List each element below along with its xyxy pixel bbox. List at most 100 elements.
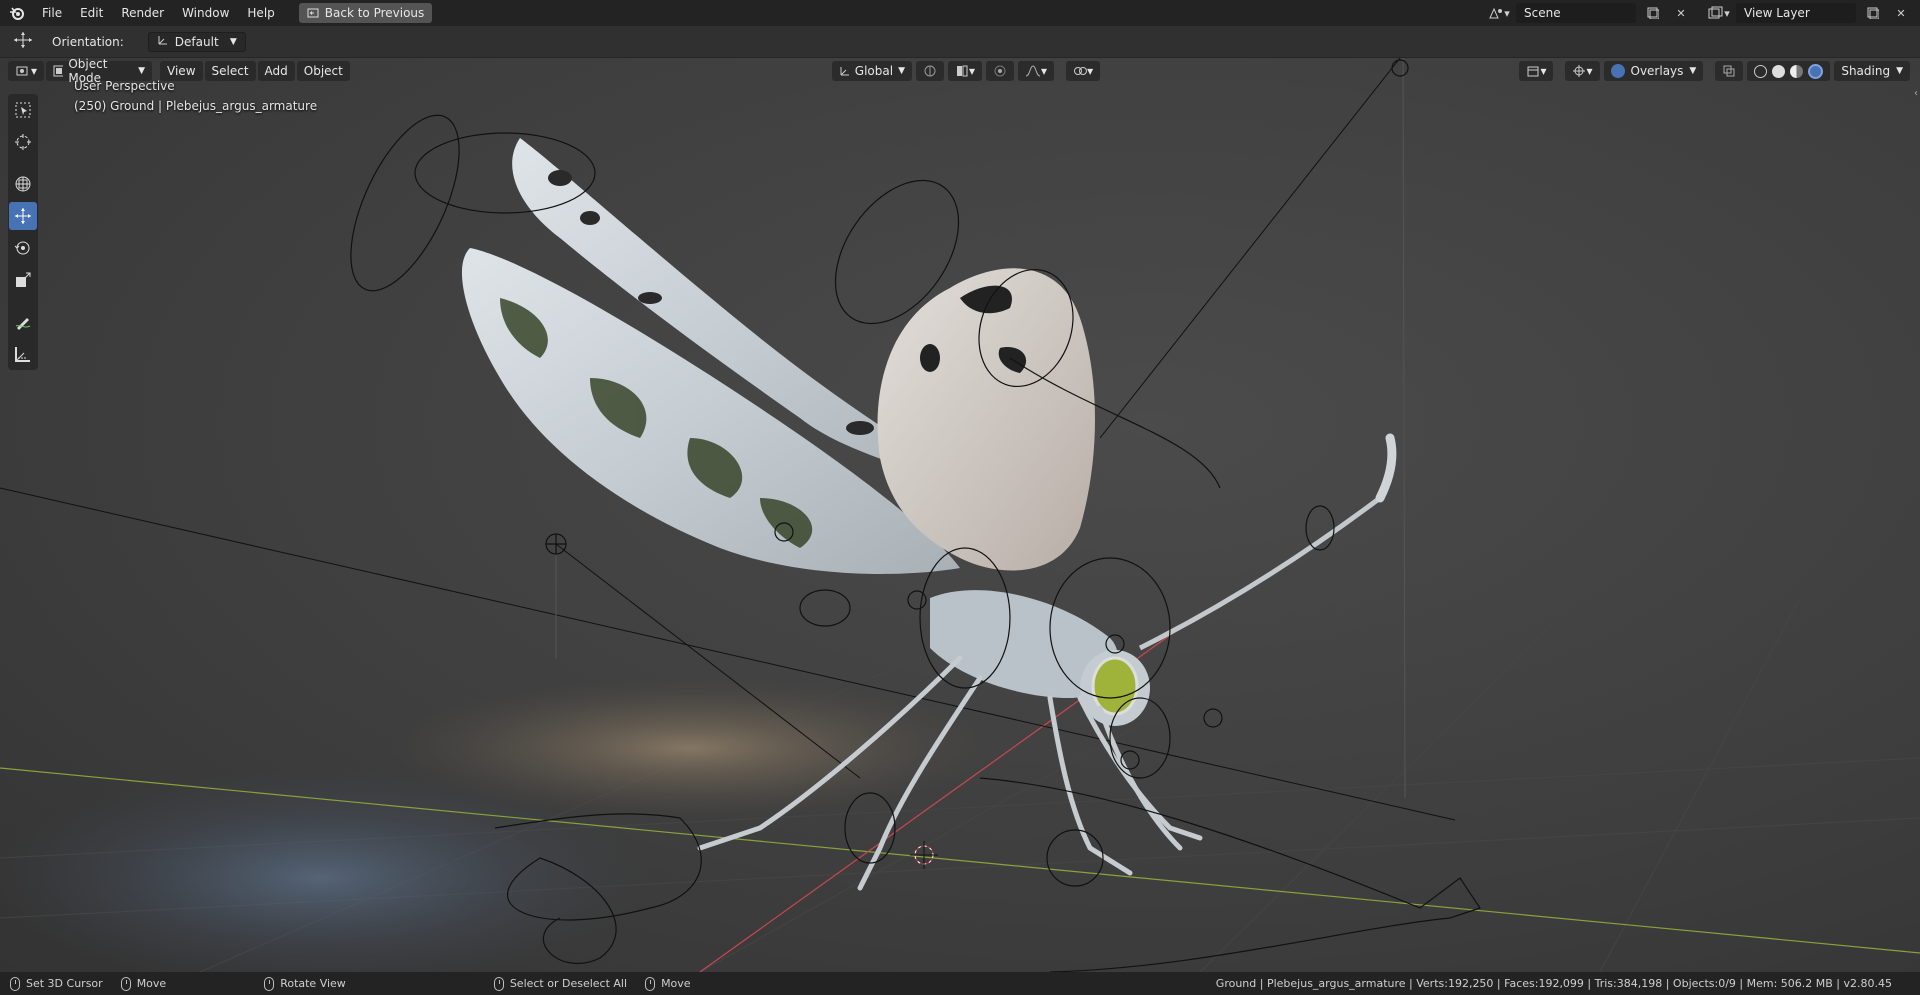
select-box-tool[interactable]: [9, 96, 37, 124]
right-mouse-icon: [645, 976, 656, 991]
axes-icon: [840, 67, 849, 76]
rotate-icon: [14, 241, 30, 255]
snap-icon: [957, 65, 968, 77]
measure-tool[interactable]: [9, 340, 37, 368]
scale-tool[interactable]: [9, 266, 37, 294]
editor-type-button[interactable]: ▾: [8, 61, 45, 81]
gizmo-icon: [1573, 65, 1586, 77]
viewport-info-overlay: User Perspective (250) Ground | Plebejus…: [74, 76, 317, 116]
status-item-label: Rotate View: [280, 977, 346, 990]
menu-edit[interactable]: Edit: [72, 3, 111, 23]
orientation-label: Orientation:: [52, 34, 124, 49]
orientation-dropdown[interactable]: Default ▼: [147, 31, 246, 52]
status-move-2: Move: [645, 976, 691, 991]
shading-modes: [1747, 61, 1831, 81]
top-bar: File Edit Render Window Help Back to Pre…: [0, 0, 1920, 26]
status-rotate-view: Rotate View: [264, 976, 346, 991]
new-scene-icon[interactable]: [1642, 3, 1664, 23]
status-item-label: Select or Deselect All: [509, 977, 628, 990]
menu-window[interactable]: Window: [174, 3, 237, 23]
falloff-button[interactable]: ▾: [1018, 61, 1055, 81]
viewport-right-controls: ▾ ▾ Overlays ▼ Shading ▼: [1519, 61, 1912, 81]
delete-scene-icon[interactable]: ✕: [1670, 3, 1692, 23]
chevron-down-icon: ▼: [898, 66, 905, 76]
orientation-value: Default: [174, 34, 219, 49]
cursor-icon: [15, 134, 31, 150]
3d-viewport[interactable]: ▾ Object Mode ▼ View Select Add Object G…: [0, 58, 1920, 972]
axes-icon: [157, 34, 169, 49]
rotate-tool[interactable]: [9, 234, 37, 262]
chevron-down-icon: ▼: [138, 66, 146, 76]
top-right-controls: ▾ Scene ✕ ▾ View Layer ✕: [1488, 3, 1912, 23]
shading-dropdown[interactable]: Shading ▼: [1834, 61, 1910, 81]
view-layer-field[interactable]: View Layer: [1736, 3, 1856, 23]
gizmo-button[interactable]: ▾: [1066, 61, 1101, 81]
menu-render[interactable]: Render: [113, 3, 172, 23]
menu-help[interactable]: Help: [239, 3, 282, 23]
annotate-pencil-icon: [15, 318, 31, 330]
scale-icon: [16, 272, 31, 287]
cursor-tool[interactable]: [9, 128, 37, 156]
status-select-all: Select or Deselect All: [493, 976, 628, 991]
gizmos-toggle[interactable]: ▾: [1565, 61, 1600, 81]
new-view-layer-icon[interactable]: [1862, 3, 1884, 23]
status-bar: Set 3D Cursor Move Rotate View Select or…: [0, 972, 1920, 995]
rendered-shading-icon[interactable]: [1808, 63, 1824, 79]
proportional-edit-button[interactable]: [986, 61, 1015, 81]
pivot-icon: [924, 65, 936, 77]
object-mode-icon: [53, 65, 64, 77]
material-shading-icon[interactable]: [1790, 64, 1804, 78]
delete-view-layer-icon[interactable]: ✕: [1890, 3, 1912, 23]
back-to-previous-label: Back to Previous: [324, 6, 425, 20]
scene-field[interactable]: Scene: [1516, 3, 1636, 23]
back-to-previous-button[interactable]: Back to Previous: [298, 3, 433, 23]
view-layer-name: View Layer: [1744, 6, 1810, 20]
tool-settings-bar: Orientation: Default ▼: [0, 26, 1920, 58]
scene-name: Scene: [1524, 6, 1561, 20]
transform-orientation-dropdown[interactable]: Global ▼: [832, 61, 912, 81]
filter-icon: [1527, 66, 1539, 77]
pivot-point-button[interactable]: [916, 61, 944, 81]
chevron-down-icon: ▼: [1689, 66, 1697, 76]
transform-orientation-label: Global: [854, 64, 894, 78]
sidebar-toggle-icon[interactable]: ‹: [1914, 88, 1918, 99]
snap-button[interactable]: ▾: [948, 61, 983, 81]
tool-shelf: [8, 94, 38, 370]
blender-logo-icon[interactable]: [8, 4, 26, 22]
proportional-edit-icon: [994, 65, 1006, 77]
object-type-visibility-button[interactable]: ▾: [1519, 61, 1554, 81]
middle-mouse-icon: [120, 976, 131, 991]
status-item-label: Move: [661, 977, 691, 990]
chevron-down-icon: ▼: [229, 36, 237, 47]
antenna: [1138, 495, 1382, 651]
move-tool-icon: [12, 31, 34, 52]
status-set-3d-cursor: Set 3D Cursor: [10, 976, 103, 991]
3d-cursor-icon: [910, 841, 938, 869]
main-menu: File Edit Render Window Help: [34, 3, 283, 23]
view-layer-icon[interactable]: ▾: [1708, 3, 1730, 23]
wireframe-shading-icon[interactable]: [1754, 64, 1768, 78]
left-mouse-icon: [10, 976, 20, 991]
perspective-label: User Perspective: [74, 79, 175, 93]
viewport-scene[interactable]: [0, 58, 1920, 972]
ruler-icon: [15, 347, 30, 362]
overlays-dropdown[interactable]: Overlays ▼: [1603, 61, 1704, 81]
active-object-label: (250) Ground | Plebejus_argus_armature: [74, 99, 318, 113]
left-mouse-icon: [493, 976, 504, 991]
transform-tool[interactable]: [9, 170, 37, 198]
menu-file[interactable]: File: [34, 3, 70, 23]
overlays-label: Overlays: [1630, 64, 1684, 78]
link-icon: [1074, 67, 1088, 75]
status-move-1: Move: [120, 976, 167, 991]
scene-statistics: Ground | Plebejus_argus_armature | Verts…: [1215, 977, 1892, 990]
xray-toggle[interactable]: [1715, 61, 1744, 81]
middle-mouse-icon: [264, 976, 275, 991]
annotate-tool[interactable]: [9, 308, 37, 336]
scene-selector-icon[interactable]: ▾: [1488, 3, 1510, 23]
move-tool[interactable]: [9, 202, 37, 230]
solid-shading-icon[interactable]: [1772, 64, 1786, 78]
status-item-label: Move: [136, 977, 167, 990]
move-icon: [15, 208, 31, 224]
overlays-icon: [1610, 64, 1625, 78]
transform-controls: Global ▼ ▾ ▾ ▾: [832, 61, 1102, 81]
